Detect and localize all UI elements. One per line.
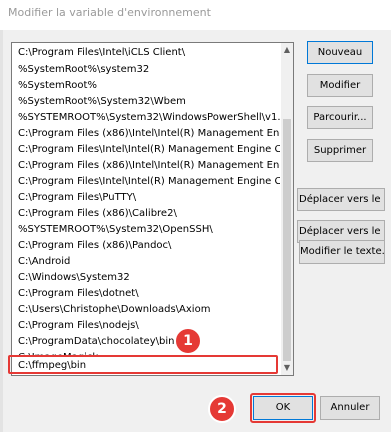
selected-item-highlight [8, 355, 278, 374]
list-item[interactable]: %SystemRoot%\system32 [12, 61, 280, 78]
list-item[interactable]: C:\Windows\System32 [12, 269, 280, 286]
chevron-up-icon[interactable]: ▲ [281, 43, 293, 57]
modifier-texte-button[interactable]: Modifier le texte... [299, 240, 385, 264]
vertical-scrollbar[interactable]: ▲ ▼ [281, 43, 293, 375]
scrollbar-thumb[interactable] [283, 119, 291, 361]
move-up-button[interactable]: Déplacer vers le haut [297, 188, 385, 211]
list-item[interactable]: C:\Program Files\PuTTY\ [12, 189, 280, 206]
window-edge [0, 30, 3, 432]
modifier-label: Modifier [319, 80, 361, 91]
list-item[interactable]: %SystemRoot%\System32\Wbem [12, 93, 280, 110]
list-item[interactable]: %SYSTEMROOT%\System32\OpenSSH\ [12, 221, 280, 238]
list-item[interactable]: C:\Program Files\Intel\Intel(R) Manageme… [12, 173, 280, 190]
chevron-down-icon[interactable]: ▼ [281, 361, 293, 375]
list-item[interactable]: C:\Program Files (x86)\Pandoc\ [12, 237, 280, 254]
list-item[interactable]: C:\Program Files (x86)\Intel\Intel(R) Ma… [12, 125, 280, 142]
supprimer-button[interactable]: Supprimer [307, 139, 373, 162]
modifier-texte-label: Modifier le texte... [300, 246, 385, 257]
list-item[interactable]: C:\Program Files\nodejs\ [12, 317, 280, 334]
move-down-label: Déplacer vers le bas [299, 226, 384, 237]
list-item[interactable]: %SystemRoot% [12, 77, 280, 94]
list-item[interactable]: C:\Users\Christophe\Downloads\Axiom [12, 301, 280, 318]
list-item[interactable]: C:\Program Files\Intel\iCLS Client\ [12, 44, 280, 61]
path-list-rows: C:\Program Files\Intel\iCLS Client\ %Sys… [12, 43, 282, 375]
list-item[interactable]: C:\Program Files (x86)\Intel\Intel(R) Ma… [12, 157, 280, 174]
step-1-badge: 1 [174, 327, 202, 355]
annuler-label: Annuler [330, 402, 370, 413]
list-item[interactable]: C:\Program Files\dotnet\ [12, 285, 280, 302]
list-item[interactable]: %SYSTEMROOT%\System32\WindowsPowerShell\… [12, 109, 280, 126]
list-item[interactable]: C:\Program Files (x86)\Calibre2\ [12, 205, 280, 222]
list-item[interactable]: C:\Android [12, 253, 280, 270]
list-item[interactable]: C:\Program Files\Intel\Intel(R) Manageme… [12, 141, 280, 158]
nouveau-label: Nouveau [317, 47, 363, 58]
modifier-button[interactable]: Modifier [307, 74, 373, 97]
window-title: Modifier la variable d'environnement [8, 6, 211, 19]
list-item[interactable]: C:\ProgramData\chocolatey\bin [12, 333, 280, 350]
supprimer-label: Supprimer [313, 145, 367, 156]
title-bar: Modifier la variable d'environnement [0, 0, 391, 30]
annuler-button[interactable]: Annuler [320, 396, 380, 420]
move-up-label: Déplacer vers le haut [299, 194, 384, 205]
ok-button-highlight [250, 393, 316, 423]
step-2-badge: 2 [208, 395, 236, 423]
nouveau-button[interactable]: Nouveau [307, 41, 373, 64]
parcourir-label: Parcourir... [313, 112, 367, 123]
path-list[interactable]: C:\Program Files\Intel\iCLS Client\ %Sys… [11, 42, 294, 376]
parcourir-button[interactable]: Parcourir... [307, 106, 373, 129]
